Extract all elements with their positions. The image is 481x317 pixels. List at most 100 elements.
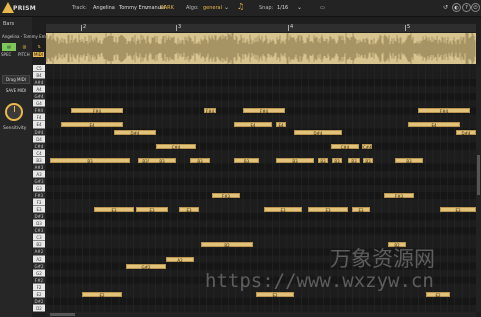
vertical-scrollbar[interactable]	[476, 65, 481, 312]
midi-note[interactable]: B3	[190, 157, 210, 164]
dark-mode-toggle[interactable]: DARK	[160, 5, 174, 11]
piano-key[interactable]: C#3	[33, 227, 45, 235]
undo-icon[interactable]: ↺	[443, 4, 448, 11]
midi-note[interactable]: F#4	[418, 108, 470, 114]
save-midi-button[interactable]: SAVE MIDI	[2, 86, 30, 95]
midi-note[interactable]: B3	[148, 157, 176, 164]
piano-key[interactable]: G#2	[33, 262, 45, 270]
midi-note[interactable]: E4	[234, 122, 272, 128]
mode-midi-label[interactable]: MIDI	[33, 52, 44, 57]
piano-key[interactable]: E4	[33, 121, 45, 129]
piano-key[interactable]: C3	[33, 234, 45, 242]
midi-note[interactable]: B3	[363, 157, 373, 164]
piano-key[interactable]: A4	[33, 86, 45, 94]
piano-key[interactable]: G4	[33, 100, 45, 108]
piano-key[interactable]: B3	[33, 156, 45, 164]
midi-mode-icon[interactable]: ⇅	[33, 43, 45, 51]
midi-note[interactable]: B3	[348, 157, 360, 164]
midi-note[interactable]: D#4	[456, 129, 476, 136]
midi-note[interactable]: B2	[388, 242, 406, 248]
piano-key[interactable]: B4	[33, 72, 45, 80]
piano-key[interactable]: F#2	[33, 276, 45, 284]
horizontal-scroll-thumb[interactable]	[50, 313, 75, 316]
piano-key[interactable]: G2	[33, 269, 45, 277]
screen-icon[interactable]: ▭	[320, 5, 325, 11]
midi-note[interactable]: E2	[82, 291, 122, 298]
piano-key[interactable]: A#4	[33, 79, 45, 87]
track-dropdown-chevron-icon[interactable]: ⌄	[144, 4, 149, 11]
midi-note[interactable]: B3	[395, 157, 423, 164]
midi-note[interactable]: B3	[50, 157, 130, 164]
midi-note[interactable]: G#2	[126, 263, 166, 270]
midi-note[interactable]: E3	[264, 207, 302, 213]
piano-key[interactable]: E3	[33, 206, 45, 214]
piano-keyboard[interactable]: C5 B4 A#4 A4 G#4 G4 F#4 F4 E4 D#4 D4 C#4 C4 B3 A#3 A3 G#…	[33, 65, 45, 312]
midi-note[interactable]: E4	[61, 122, 123, 128]
midi-note[interactable]: F#4	[243, 108, 285, 114]
piano-key[interactable]: G#4	[33, 93, 45, 101]
piano-key[interactable]: C5	[33, 65, 45, 73]
piano-key[interactable]: F2	[33, 283, 45, 291]
midi-note[interactable]: E2	[256, 291, 294, 298]
piano-key[interactable]: D2	[33, 304, 45, 312]
midi-note[interactable]: A2	[166, 256, 194, 263]
piano-key[interactable]: D4	[33, 135, 45, 143]
dark-mode-icon[interactable]: ◐	[452, 3, 461, 12]
piano-key[interactable]: A2	[33, 255, 45, 263]
algo-dropdown-chevron-icon[interactable]: ⌄	[224, 4, 229, 11]
help-icon[interactable]: ?	[462, 3, 471, 12]
midi-note[interactable]: D#4	[294, 129, 342, 136]
midi-note[interactable]: E3	[179, 207, 199, 213]
piano-key[interactable]: G#3	[33, 177, 45, 185]
midi-note[interactable]: B3	[276, 157, 314, 164]
music-note-icon[interactable]: ♫	[237, 2, 244, 11]
power-icon[interactable]: ⏻	[471, 3, 480, 12]
piano-key[interactable]: B2	[33, 241, 45, 249]
piano-key[interactable]: G3	[33, 184, 45, 193]
midi-note[interactable]: B3	[234, 157, 259, 164]
midi-note[interactable]: F#4	[204, 108, 216, 114]
spectrogram-mode-icon[interactable]: ▤	[2, 43, 16, 51]
piano-key[interactable]: D3	[33, 220, 45, 228]
drag-midi-button[interactable]: Drag MIDI	[2, 75, 30, 84]
piano-key[interactable]: F3	[33, 199, 45, 207]
piano-key[interactable]: A3	[33, 170, 45, 178]
midi-note[interactable]: C#4	[331, 143, 359, 150]
piano-key[interactable]: D#2	[33, 297, 45, 305]
piano-key[interactable]: F#3	[33, 192, 45, 200]
midi-note[interactable]: E3	[308, 207, 348, 213]
midi-note[interactable]: F#3	[212, 193, 240, 199]
piano-key[interactable]: C#4	[33, 142, 45, 150]
pitch-mode-icon[interactable]: ▥	[18, 43, 31, 51]
midi-note[interactable]: E3	[440, 207, 476, 213]
mode-spec-label[interactable]: SPEC	[1, 52, 11, 57]
mode-pitch-label[interactable]: PITCH	[18, 52, 30, 57]
midi-note[interactable]: E3	[352, 207, 370, 213]
midi-note[interactable]: D#4	[114, 129, 156, 136]
algo-selector[interactable]: general	[203, 5, 222, 11]
waveform-display[interactable]	[46, 33, 476, 64]
midi-note[interactable]: C#4	[362, 143, 372, 150]
piano-key[interactable]: F4	[33, 114, 45, 122]
piano-roll-grid[interactable]: F#4 F#4 F#4 F#4 E4 E4 E4 E4 D#4 D#4 D#4 C#4 C#4 C#4 B3…	[46, 65, 476, 312]
piano-key[interactable]: F#4	[33, 107, 45, 115]
midi-note[interactable]: E3	[94, 207, 134, 213]
midi-note[interactable]: C#4	[156, 143, 196, 150]
piano-key[interactable]: A#3	[33, 163, 45, 171]
midi-note[interactable]: E4	[276, 122, 286, 128]
midi-note[interactable]: E3	[136, 207, 168, 213]
piano-key[interactable]: D#4	[33, 128, 45, 136]
midi-note[interactable]: F#3	[384, 193, 414, 199]
track-selector[interactable]: Angelina	[93, 5, 115, 11]
midi-note[interactable]: E2	[426, 291, 450, 298]
bar-ruler[interactable]: 2 3 4 5	[46, 24, 476, 32]
snap-dropdown-chevron-icon[interactable]: ⌄	[297, 4, 302, 11]
sensitivity-knob[interactable]	[5, 103, 23, 121]
snap-selector[interactable]: 1/16	[277, 5, 288, 11]
midi-note[interactable]: F#4	[71, 108, 123, 114]
midi-note[interactable]: B2	[201, 242, 253, 248]
vertical-scroll-thumb[interactable]	[477, 155, 480, 195]
piano-key[interactable]: E2	[33, 290, 45, 298]
piano-key[interactable]: D#3	[33, 213, 45, 221]
piano-key[interactable]: C4	[33, 149, 45, 157]
